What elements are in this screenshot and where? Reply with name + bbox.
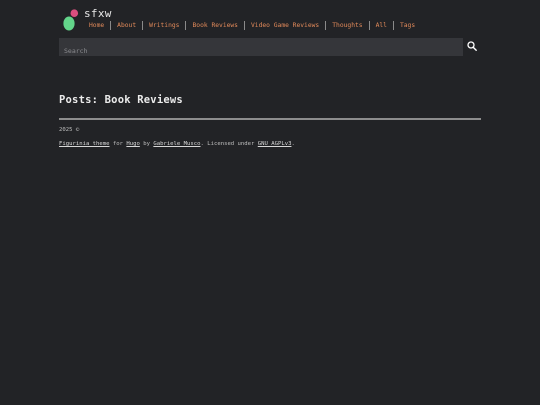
- theme-link[interactable]: Figurinia theme: [59, 141, 110, 147]
- nav-item-writings[interactable]: Writings: [143, 22, 185, 29]
- credits-text-end: .: [291, 141, 295, 147]
- page-title: Posts: Book Reviews: [59, 94, 183, 106]
- license-link[interactable]: GNU AGPLv3: [258, 141, 292, 147]
- page: sfxw Home About Writings Book Reviews Vi…: [0, 0, 540, 405]
- nav-item-home[interactable]: Home: [84, 22, 110, 29]
- search-button[interactable]: [465, 39, 479, 53]
- copyright-text: 2025 ©: [59, 127, 80, 133]
- site-title[interactable]: sfxw: [84, 7, 112, 20]
- nav-item-video-game-reviews[interactable]: Video Game Reviews: [245, 22, 325, 29]
- nav-item-about[interactable]: About: [111, 22, 142, 29]
- credits-text-for: for: [109, 141, 127, 147]
- footer-credits: Figurinia theme for Hugo by Gabriele Mus…: [59, 141, 295, 147]
- nav-item-thoughts[interactable]: Thoughts: [326, 22, 368, 29]
- search-icon: [467, 41, 477, 51]
- author-link[interactable]: Gabriele Musco: [153, 141, 200, 147]
- nav-item-all[interactable]: All: [370, 22, 393, 29]
- credits-text-licensed: . Licensed under: [200, 141, 258, 147]
- main-nav: Home About Writings Book Reviews Video G…: [84, 21, 421, 30]
- title-divider: [59, 118, 481, 120]
- site-logo[interactable]: [62, 8, 80, 32]
- hugo-link[interactable]: Hugo: [126, 141, 139, 147]
- nav-item-book-reviews[interactable]: Book Reviews: [186, 22, 244, 29]
- credits-text-by: by: [139, 141, 154, 147]
- search-input[interactable]: [59, 42, 463, 60]
- nav-item-tags[interactable]: Tags: [394, 22, 421, 29]
- search-box: [59, 38, 463, 60]
